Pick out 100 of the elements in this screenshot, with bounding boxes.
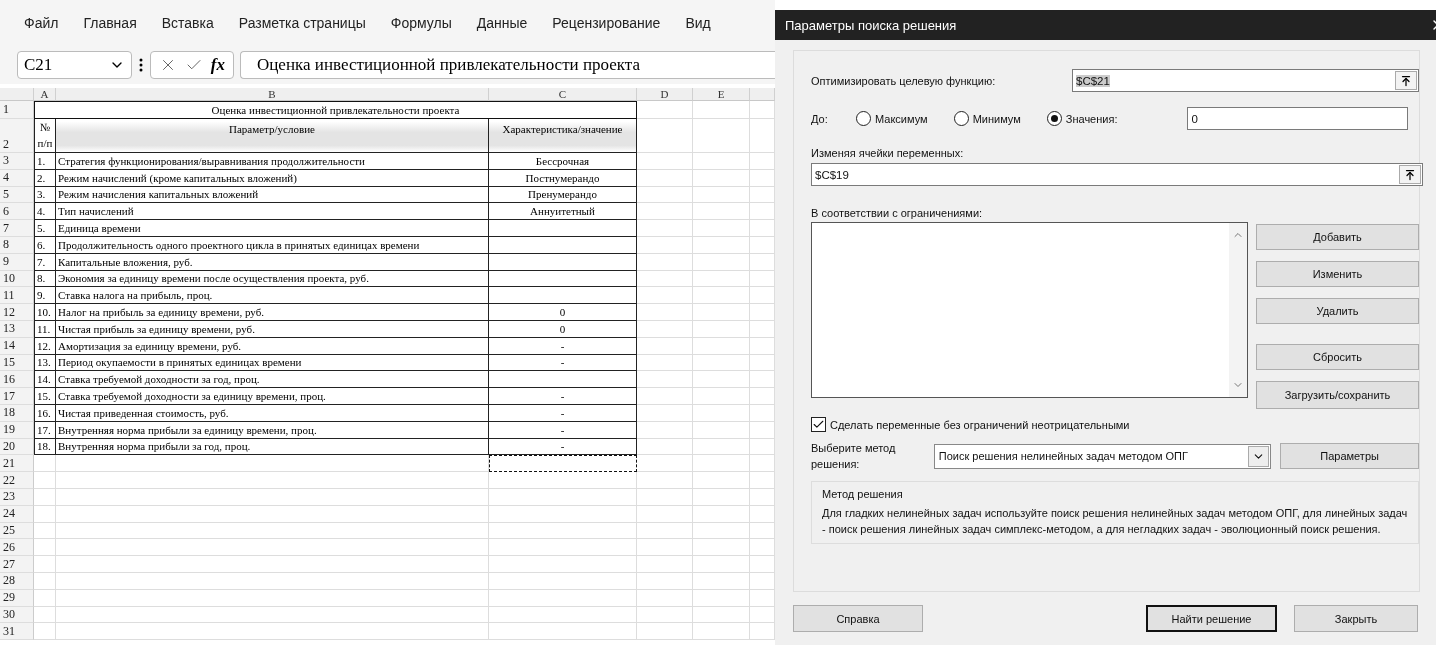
column-header[interactable]: A <box>34 88 56 101</box>
table-cell: Экономия за единицу времени после осуществления проекта, руб. <box>56 270 489 288</box>
radio-option[interactable]: Минимум <box>953 111 1021 126</box>
more-icon[interactable] <box>138 57 144 73</box>
table-cell: - <box>489 421 637 439</box>
table-cell: 0 <box>489 304 637 321</box>
dialog-button[interactable]: Добавить <box>1256 224 1419 250</box>
table-cell: Бессрочная <box>489 153 637 170</box>
row-header[interactable]: 27 <box>0 556 34 573</box>
checkbox-row[interactable]: Сделать переменные без ограничений неотрицательными <box>811 417 1419 432</box>
arrow-up-icon[interactable] <box>1400 74 1412 87</box>
column-header[interactable]: E <box>693 88 750 101</box>
objective-label: Оптимизировать целевую функцию: <box>811 74 996 87</box>
target-label: До: <box>811 112 829 125</box>
table-cell: 0 <box>489 320 637 338</box>
dialog-button[interactable]: Загрузить/сохранить <box>1256 381 1419 409</box>
collapse-button[interactable] <box>1395 71 1417 90</box>
table-cell: 15. <box>34 388 56 405</box>
constraints-list[interactable] <box>811 222 1248 398</box>
arrow-up-icon[interactable] <box>1404 168 1416 181</box>
variables-field[interactable]: $C$19 <box>811 163 1423 186</box>
menu-item[interactable]: Главная <box>83 15 137 31</box>
options-button[interactable]: Параметры <box>1280 443 1419 469</box>
row-header[interactable]: 2 <box>0 119 34 153</box>
value-field[interactable]: 0 <box>1187 107 1409 130</box>
table-cell: Пренумерандо <box>489 186 637 204</box>
table-cell: Аннуитетный <box>489 203 637 221</box>
row-header[interactable]: 3 <box>0 153 34 170</box>
check-icon[interactable] <box>812 418 825 431</box>
table-cell: Период окупаемости в принятых единицах времени <box>56 354 489 372</box>
dialog-button[interactable]: Найти решение <box>1146 605 1277 632</box>
row-header[interactable]: 16 <box>0 371 34 389</box>
table-cell: 11. <box>34 320 56 338</box>
row-header[interactable]: 21 <box>0 455 34 473</box>
menu-item[interactable]: Данные <box>476 15 528 31</box>
column-heading: Характеристика/значение <box>489 119 637 153</box>
table-cell: Ставка требуемой доходности за единицу времени, проц. <box>56 388 489 405</box>
column-header[interactable]: C <box>489 88 637 101</box>
table-cell: Налог на прибыль за единицу времени, руб. <box>56 304 489 321</box>
row-header[interactable]: 31 <box>0 623 34 641</box>
menu-item[interactable]: Формулы <box>390 15 452 31</box>
row-header[interactable]: 6 <box>0 203 34 221</box>
dialog-button[interactable]: Справка <box>793 605 923 632</box>
table-cell: 2. <box>34 169 56 187</box>
row-header[interactable]: 1 <box>0 101 34 119</box>
table-cell: 7. <box>34 253 56 271</box>
table-cell: 9. <box>34 287 56 305</box>
column-header[interactable]: D <box>637 88 693 101</box>
menu-item[interactable]: Вид <box>685 15 711 31</box>
table-cell: Продолжительность одного проектного цикла в принятых единицах времени <box>56 237 489 254</box>
table-cell: Стратегия функционирования/выравнивания продолжительности <box>56 153 489 170</box>
table-cell: 18. <box>34 438 56 456</box>
table-cell: 13. <box>34 354 56 372</box>
dialog-button[interactable]: Сбросить <box>1256 344 1419 370</box>
menu-item[interactable]: Файл <box>24 15 59 31</box>
column-heading: № п/п <box>34 119 56 153</box>
insert-function-button[interactable]: fx <box>210 55 225 75</box>
table-cell: Режим начисления капитальных вложений <box>56 186 489 204</box>
empty-cell[interactable] <box>489 220 637 237</box>
table-cell: Внутренняя норма прибыли за единицу времени, проц. <box>56 421 489 439</box>
column-heading: Параметр/условие <box>56 119 489 153</box>
table-cell: 8. <box>34 270 56 288</box>
column-header[interactable]: B <box>56 88 489 101</box>
table-cell: - <box>489 337 637 355</box>
dialog-button[interactable]: Изменить <box>1256 261 1419 287</box>
empty-cell[interactable] <box>489 237 637 254</box>
column-header[interactable] <box>750 88 775 101</box>
collapse-button[interactable] <box>1399 165 1421 184</box>
table-cell: Режим начислений (кроме капитальных вложений) <box>56 169 489 187</box>
objective-field[interactable]: $C$21 <box>1072 69 1419 92</box>
dialog-button[interactable]: Удалить <box>1256 298 1419 324</box>
empty-cell[interactable] <box>489 270 637 288</box>
empty-cell[interactable] <box>489 371 637 389</box>
radio-option[interactable]: Значения: <box>1046 111 1118 126</box>
row-header[interactable]: 17 <box>0 388 34 405</box>
empty-cell[interactable] <box>489 287 637 305</box>
menu-item[interactable]: Вставка <box>161 15 214 31</box>
menu-item[interactable]: Рецензирование <box>552 15 661 31</box>
row-header[interactable]: 7 <box>0 220 34 237</box>
empty-cell[interactable] <box>489 253 637 271</box>
table-cell: 12. <box>34 337 56 355</box>
row-header[interactable]: 26 <box>0 539 34 557</box>
table-title: Оценка инвестиционной привлекательности проекта <box>34 101 637 119</box>
method-dropdown[interactable]: Поиск решения нелинейных задач методом ОПГ <box>933 443 1272 469</box>
select-all-corner[interactable] <box>0 88 34 101</box>
table-cell: - <box>489 354 637 372</box>
selected-cell[interactable] <box>489 455 637 473</box>
row-header[interactable]: 22 <box>0 472 34 489</box>
radio-option[interactable]: Максимум <box>856 111 928 126</box>
table-cell: 10. <box>34 304 56 321</box>
row-header[interactable]: 12 <box>0 304 34 321</box>
scrollbar[interactable] <box>1229 223 1247 397</box>
name-box[interactable]: C21 <box>17 51 132 79</box>
row-header[interactable]: 11 <box>0 287 34 305</box>
dialog-title: Параметры поиска решения <box>785 17 957 33</box>
menu-item[interactable]: Разметка страницы <box>238 15 366 31</box>
table-cell: Чистая приведенная стоимость, руб. <box>56 404 489 422</box>
table-cell: 6. <box>34 237 56 254</box>
formula-field[interactable]: Оценка инвестиционной привлекательности проекта <box>240 51 775 79</box>
dialog-button[interactable]: Закрыть <box>1294 605 1418 632</box>
